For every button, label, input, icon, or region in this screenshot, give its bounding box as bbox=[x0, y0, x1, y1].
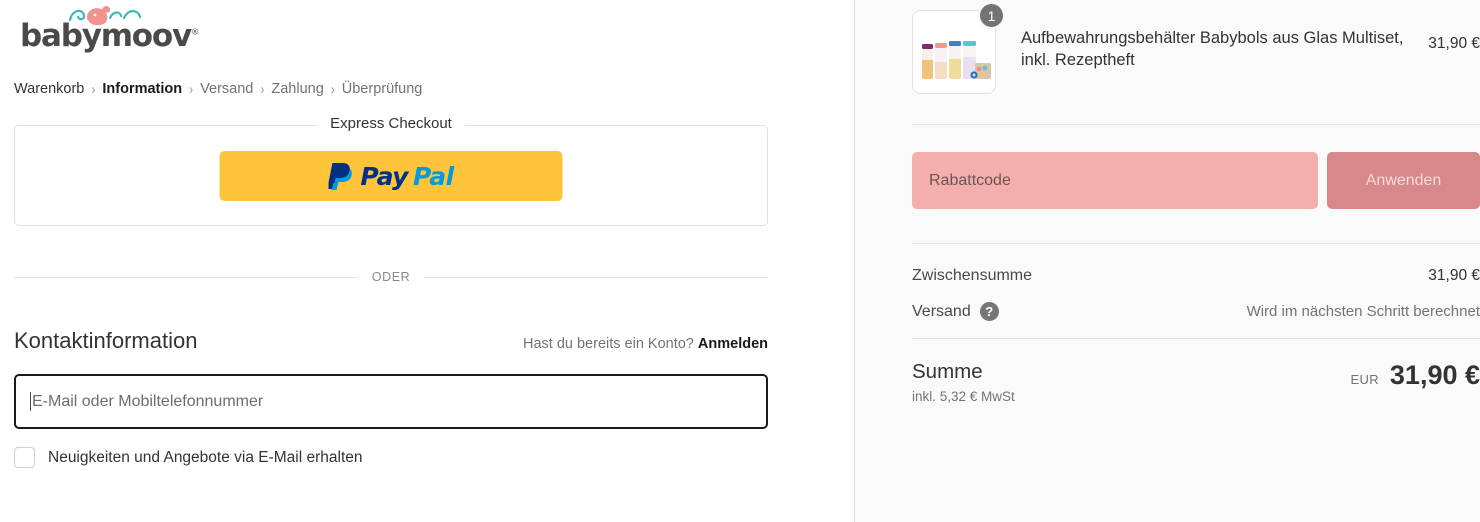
discount-code-input[interactable]: Rabattcode bbox=[912, 152, 1318, 209]
email-input-placeholder: E-Mail oder Mobiltelefonnummer bbox=[32, 392, 264, 410]
breadcrumb-separator: › bbox=[189, 80, 194, 98]
shipping-label-text: Versand bbox=[912, 302, 971, 320]
express-checkout-section: Express Checkout Pay Pal bbox=[14, 115, 768, 226]
paypal-logo: Pay Pal bbox=[328, 161, 454, 191]
divider-line-right bbox=[424, 276, 769, 278]
shipping-value: Wird im nächsten Schritt berechnet bbox=[1246, 303, 1480, 320]
totals-section: Zwischensumme 31,90 € Versand ? Wird im … bbox=[912, 244, 1480, 321]
account-question-text: Hast du bereits ein Konto? bbox=[522, 336, 694, 352]
login-link[interactable]: Anmelden bbox=[698, 336, 768, 352]
paypal-monogram-icon bbox=[328, 163, 352, 190]
product-thumbnail-wrap: 1 bbox=[912, 2, 1005, 94]
divider-line-left bbox=[14, 276, 358, 278]
grand-total-labels: Summe inkl. 5,32 € MwSt bbox=[912, 360, 1015, 404]
contact-section-title: Kontaktinformation bbox=[14, 328, 198, 353]
account-question: Hast du bereits ein Konto? Anmelden bbox=[523, 336, 768, 352]
breadcrumb-item-zahlung: Zahlung bbox=[271, 81, 324, 97]
checkout-page: babymoov® Warenkorb › Information › Vers… bbox=[0, 0, 1480, 522]
brand-logo[interactable]: babymoov® bbox=[14, 2, 769, 58]
checkout-main-column: babymoov® Warenkorb › Information › Vers… bbox=[0, 0, 855, 522]
order-summary-panel: 1 Aufbewahrungsbehälter Babybols aus Gla… bbox=[855, 0, 1480, 522]
paypal-text-pay: Pay bbox=[360, 161, 408, 191]
breadcrumb-item-versand: Versand bbox=[200, 81, 254, 97]
breadcrumb-item-warenkorb[interactable]: Warenkorb bbox=[14, 81, 84, 97]
newsletter-row: Neuigkeiten und Angebote via E-Mail erha… bbox=[14, 447, 769, 468]
grand-total-value: 31,90 € bbox=[1389, 360, 1480, 390]
divider bbox=[912, 124, 1480, 125]
breadcrumb-separator: › bbox=[260, 80, 265, 98]
breadcrumb: Warenkorb › Information › Versand › Zahl… bbox=[14, 81, 769, 97]
order-line-item: 1 Aufbewahrungsbehälter Babybols aus Gla… bbox=[912, 0, 1480, 94]
subtotal-value: 31,90 € bbox=[1428, 267, 1480, 284]
or-divider: ODER bbox=[14, 270, 769, 284]
paypal-button[interactable]: Pay Pal bbox=[219, 151, 563, 201]
breadcrumb-separator: › bbox=[91, 80, 96, 98]
discount-code-placeholder: Rabattcode bbox=[929, 171, 1011, 189]
discount-code-row: Rabattcode Anwenden bbox=[912, 152, 1480, 209]
currency-code: EUR bbox=[1350, 372, 1379, 387]
or-divider-label: ODER bbox=[371, 270, 411, 284]
brand-logo-text: babymoov® bbox=[20, 18, 200, 54]
product-price: 31,90 € bbox=[1428, 35, 1480, 52]
apply-discount-button[interactable]: Anwenden bbox=[1327, 152, 1480, 209]
breadcrumb-item-information[interactable]: Information bbox=[102, 81, 182, 97]
quantity-badge: 1 bbox=[978, 2, 1005, 29]
grand-total-label: Summe bbox=[912, 360, 983, 383]
breadcrumb-item-ueberpruefung: Überprüfung bbox=[341, 81, 423, 97]
subtotal-row: Zwischensumme 31,90 € bbox=[912, 267, 1480, 285]
shipping-label: Versand ? bbox=[912, 302, 999, 321]
tax-note: inkl. 5,32 € MwSt bbox=[912, 389, 1015, 404]
contact-header: Kontaktinformation Hast du bereits ein K… bbox=[14, 328, 768, 354]
breadcrumb-separator: › bbox=[330, 80, 335, 98]
text-caret bbox=[30, 392, 31, 411]
email-input[interactable]: E-Mail oder Mobiltelefonnummer bbox=[14, 374, 768, 429]
express-checkout-label: Express Checkout bbox=[317, 115, 465, 132]
grand-total-row: Summe inkl. 5,32 € MwSt EUR 31,90 € bbox=[912, 339, 1480, 404]
newsletter-checkbox[interactable] bbox=[14, 447, 35, 468]
newsletter-label[interactable]: Neuigkeiten und Angebote via E-Mail erha… bbox=[48, 449, 363, 467]
help-icon[interactable]: ? bbox=[979, 302, 999, 321]
subtotal-label: Zwischensumme bbox=[912, 267, 1033, 284]
grand-total-amount: EUR 31,90 € bbox=[1351, 360, 1480, 391]
shipping-row: Versand ? Wird im nächsten Schritt berec… bbox=[912, 302, 1480, 321]
paypal-text-pal: Pal bbox=[412, 161, 454, 191]
product-name: Aufbewahrungsbehälter Babybols aus Glas … bbox=[1021, 29, 1404, 69]
